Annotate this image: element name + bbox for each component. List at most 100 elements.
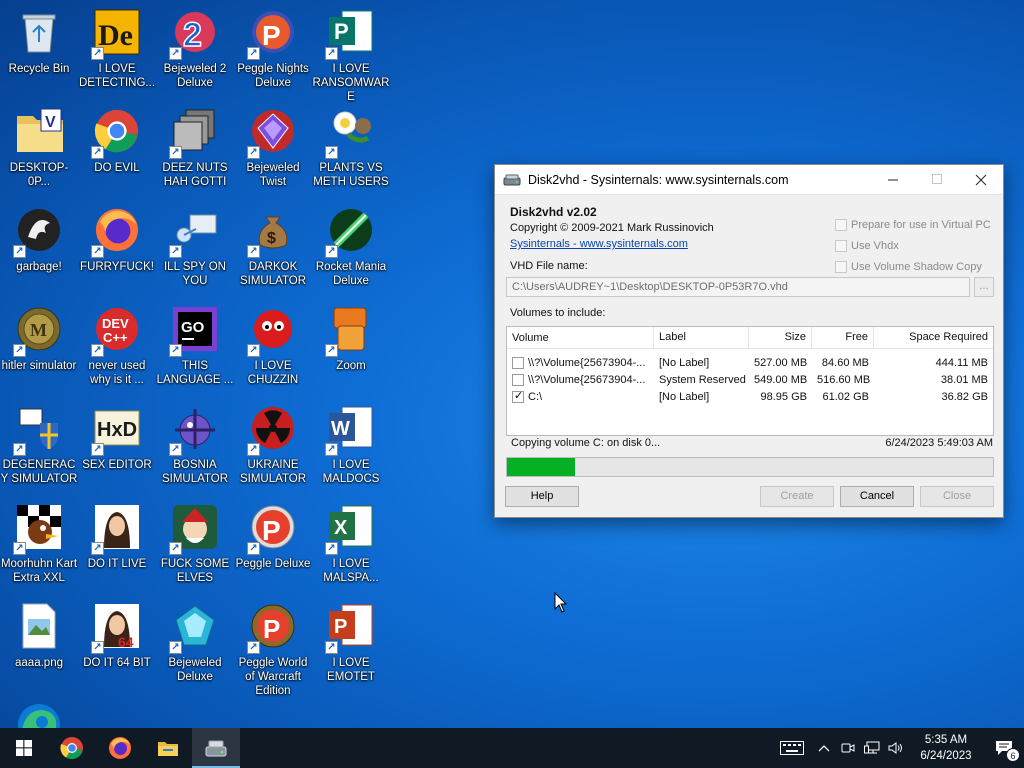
desktop-icon[interactable]: ↗ BOSNIA SIMULATOR — [156, 404, 234, 486]
action-center-button[interactable]: 6 — [984, 728, 1024, 768]
desktop-icon[interactable]: ↗ DEGENERACY SIMULATOR — [0, 404, 78, 486]
desktop-icon[interactable]: ↗ Rocket Mania Deluxe — [312, 206, 390, 288]
close-window-button[interactable] — [959, 165, 1003, 195]
desktop-icon[interactable]: ↗ PLANTS VS METH USERS — [312, 107, 390, 189]
minimize-button[interactable] — [871, 165, 915, 195]
desktop-icon[interactable]: ↗ DO IT LIVE — [78, 503, 156, 571]
volume-row[interactable]: \\?\Volume{25673904-... System Reserved 54… — [507, 371, 993, 388]
chrome-icon — [60, 737, 83, 760]
desktop-icon[interactable]: 64 ↗ DO IT 64 BIT — [78, 602, 156, 670]
camera-icon — [841, 743, 855, 753]
desktop-icon-label: Moorhuhn Kart Extra XXL — [0, 558, 78, 584]
shortcut-arrow-icon: ↗ — [247, 146, 260, 159]
firefox-icon — [109, 737, 131, 759]
desktop-icon[interactable]: HxD ↗ SEX EDITOR — [78, 404, 156, 472]
volume-checkbox[interactable] — [512, 390, 524, 403]
desktop-icon[interactable]: ↗ UKRAINE SIMULATOR — [234, 404, 312, 486]
desktop-icon[interactable]: W ↗ I LOVE MALDOCS — [312, 404, 390, 486]
shortcut-arrow-icon: ↗ — [13, 344, 26, 357]
taskbar-chrome[interactable] — [48, 728, 96, 768]
disk2vhd-window: Disk2vhd - Sysinternals: www.sysinternal… — [494, 164, 1004, 518]
help-button[interactable]: Help — [505, 486, 579, 507]
taskbar-firefox[interactable] — [96, 728, 144, 768]
volume-size: 98.95 GB — [760, 390, 807, 403]
svg-text:P: P — [334, 616, 347, 638]
cancel-button[interactable]: Cancel — [840, 486, 914, 507]
option-use-vhdx[interactable]: Use Vhdx — [835, 240, 899, 253]
shortcut-arrow-icon: ↗ — [325, 47, 338, 60]
volume-tray-button[interactable] — [884, 728, 908, 768]
volume-row[interactable]: \\?\Volume{25673904-... [No Label] 527.00 … — [507, 354, 993, 371]
volume-checkbox[interactable] — [512, 373, 524, 386]
taskbar-disk2vhd[interactable] — [192, 728, 240, 768]
sysinternals-link[interactable]: Sysinternals - www.sysinternals.com — [510, 238, 688, 250]
desktop-icon[interactable]: P ↗ Peggle Nights Deluxe — [234, 8, 312, 90]
desktop-icon[interactable]: V DESKTOP-0P... — [0, 107, 78, 189]
prepare-virtual-pc-checkbox[interactable] — [835, 219, 847, 232]
desktop-icon[interactable]: $ ↗ DARKOK SIMULATOR — [234, 206, 312, 288]
start-button[interactable] — [0, 728, 48, 768]
desktop-icon[interactable]: ↗ Bejeweled Twist — [234, 107, 312, 189]
show-hidden-icons-button[interactable] — [812, 728, 836, 768]
column-space-required[interactable]: Space Required — [874, 327, 993, 348]
volume-row[interactable]: C:\ [No Label] 98.95 GB 61.02 GB 36.82 GB — [507, 388, 993, 405]
network-tray-button[interactable] — [860, 728, 884, 768]
desktop-icon-label: aaaa.png — [15, 657, 63, 669]
volume-checkbox[interactable] — [512, 356, 524, 369]
desktop-icon[interactable]: P ↗ I LOVE RANSOMWARE — [312, 8, 390, 104]
use-vhdx-checkbox[interactable] — [835, 240, 847, 253]
desktop-icon[interactable]: 2 ↗ Bejeweled 2 Deluxe — [156, 8, 234, 90]
shortcut-arrow-icon: ↗ — [91, 245, 104, 258]
touch-keyboard-button[interactable] — [772, 728, 812, 768]
desktop-icon[interactable]: GO ↗ THIS LANGUAGE ... — [156, 305, 234, 387]
column-label[interactable]: Label — [654, 327, 749, 348]
option-shadow-copy[interactable]: Use Volume Shadow Copy — [835, 261, 982, 274]
desktop-icon[interactable]: ↗ Zoom — [312, 305, 390, 373]
volume-path: \\?\Volume{25673904-... — [528, 373, 646, 386]
taskbar-clock[interactable]: 5:35 AM 6/24/2023 — [908, 732, 984, 764]
desktop-icon[interactable]: Recycle Bin — [0, 8, 78, 76]
desktop-icon[interactable]: ↗ Bejeweled Deluxe — [156, 602, 234, 684]
column-volume[interactable]: Volume — [507, 327, 654, 348]
svg-text:DEV: DEV — [102, 316, 129, 331]
desktop-icon[interactable]: ↗ FUCK SOME ELVES — [156, 503, 234, 585]
desktop-icon-label: Peggle Deluxe — [235, 558, 311, 570]
system-tray: 5:35 AM 6/24/2023 6 — [772, 728, 1024, 768]
progress-fill — [507, 458, 576, 476]
desktop-icon-label: Bejeweled Deluxe — [168, 657, 222, 683]
desktop-icon[interactable]: ↗ FURRYFUCK! — [78, 206, 156, 274]
maximize-button[interactable] — [915, 165, 959, 195]
desktop-icon[interactable]: aaaa.png — [0, 602, 78, 670]
vhd-file-input[interactable]: C:\Users\AUDREY~1\Desktop\DESKTOP-0P53R7… — [506, 277, 970, 297]
create-button[interactable]: Create — [760, 486, 834, 507]
title-bar[interactable]: Disk2vhd - Sysinternals: www.sysinternal… — [495, 165, 1003, 195]
column-free[interactable]: Free — [812, 327, 874, 348]
desktop-icon[interactable]: M ↗ hitler simulator — [0, 305, 78, 373]
desktop-icon[interactable]: ↗ garbage! — [0, 206, 78, 274]
close-button[interactable]: Close — [920, 486, 994, 507]
column-size[interactable]: Size — [749, 327, 812, 348]
desktop-icon[interactable]: P ↗ I LOVE EMOTET — [312, 602, 390, 684]
desktop-icon-label: Zoom — [336, 360, 366, 372]
desktop-icon[interactable]: X ↗ I LOVE MALSPA... — [312, 503, 390, 585]
desktop-icon[interactable]: ↗ ILL SPY ON YOU — [156, 206, 234, 288]
option-prepare-virtual-pc[interactable]: Prepare for use in Virtual PC — [835, 219, 991, 232]
status-timestamp: 6/24/2023 5:49:03 AM — [885, 437, 993, 449]
volume-free: 516.60 MB — [817, 373, 871, 386]
desktop-icon[interactable]: ↗ Moorhuhn Kart Extra XXL — [0, 503, 78, 585]
browse-button[interactable]: ... — [974, 277, 994, 297]
shortcut-arrow-icon: ↗ — [13, 542, 26, 555]
desktop-icon[interactable]: P ↗ Peggle World of Warcraft Edition — [234, 602, 312, 698]
desktop-icon[interactable]: P ↗ Peggle Deluxe — [234, 503, 312, 571]
desktop-icon[interactable]: ↗ DO EVIL — [78, 107, 156, 175]
taskbar-file-explorer[interactable] — [144, 728, 192, 768]
desktop-icon[interactable]: ↗ DEEZ NUTS HAH GOTTI — [156, 107, 234, 189]
desktop-icon[interactable]: ↗ I LOVE CHUZZIN — [234, 305, 312, 387]
desktop-icon[interactable]: De ↗ I LOVE DETECTING... — [78, 8, 156, 90]
chuzzle-icon: ↗ — [247, 305, 297, 357]
minimize-icon — [887, 179, 898, 181]
svg-text:64: 64 — [118, 634, 134, 649]
desktop-icon[interactable]: DEV C++ ↗ never used why is it ... — [78, 305, 156, 387]
shadow-copy-checkbox[interactable] — [835, 261, 847, 274]
webcam-tray-button[interactable] — [836, 728, 860, 768]
